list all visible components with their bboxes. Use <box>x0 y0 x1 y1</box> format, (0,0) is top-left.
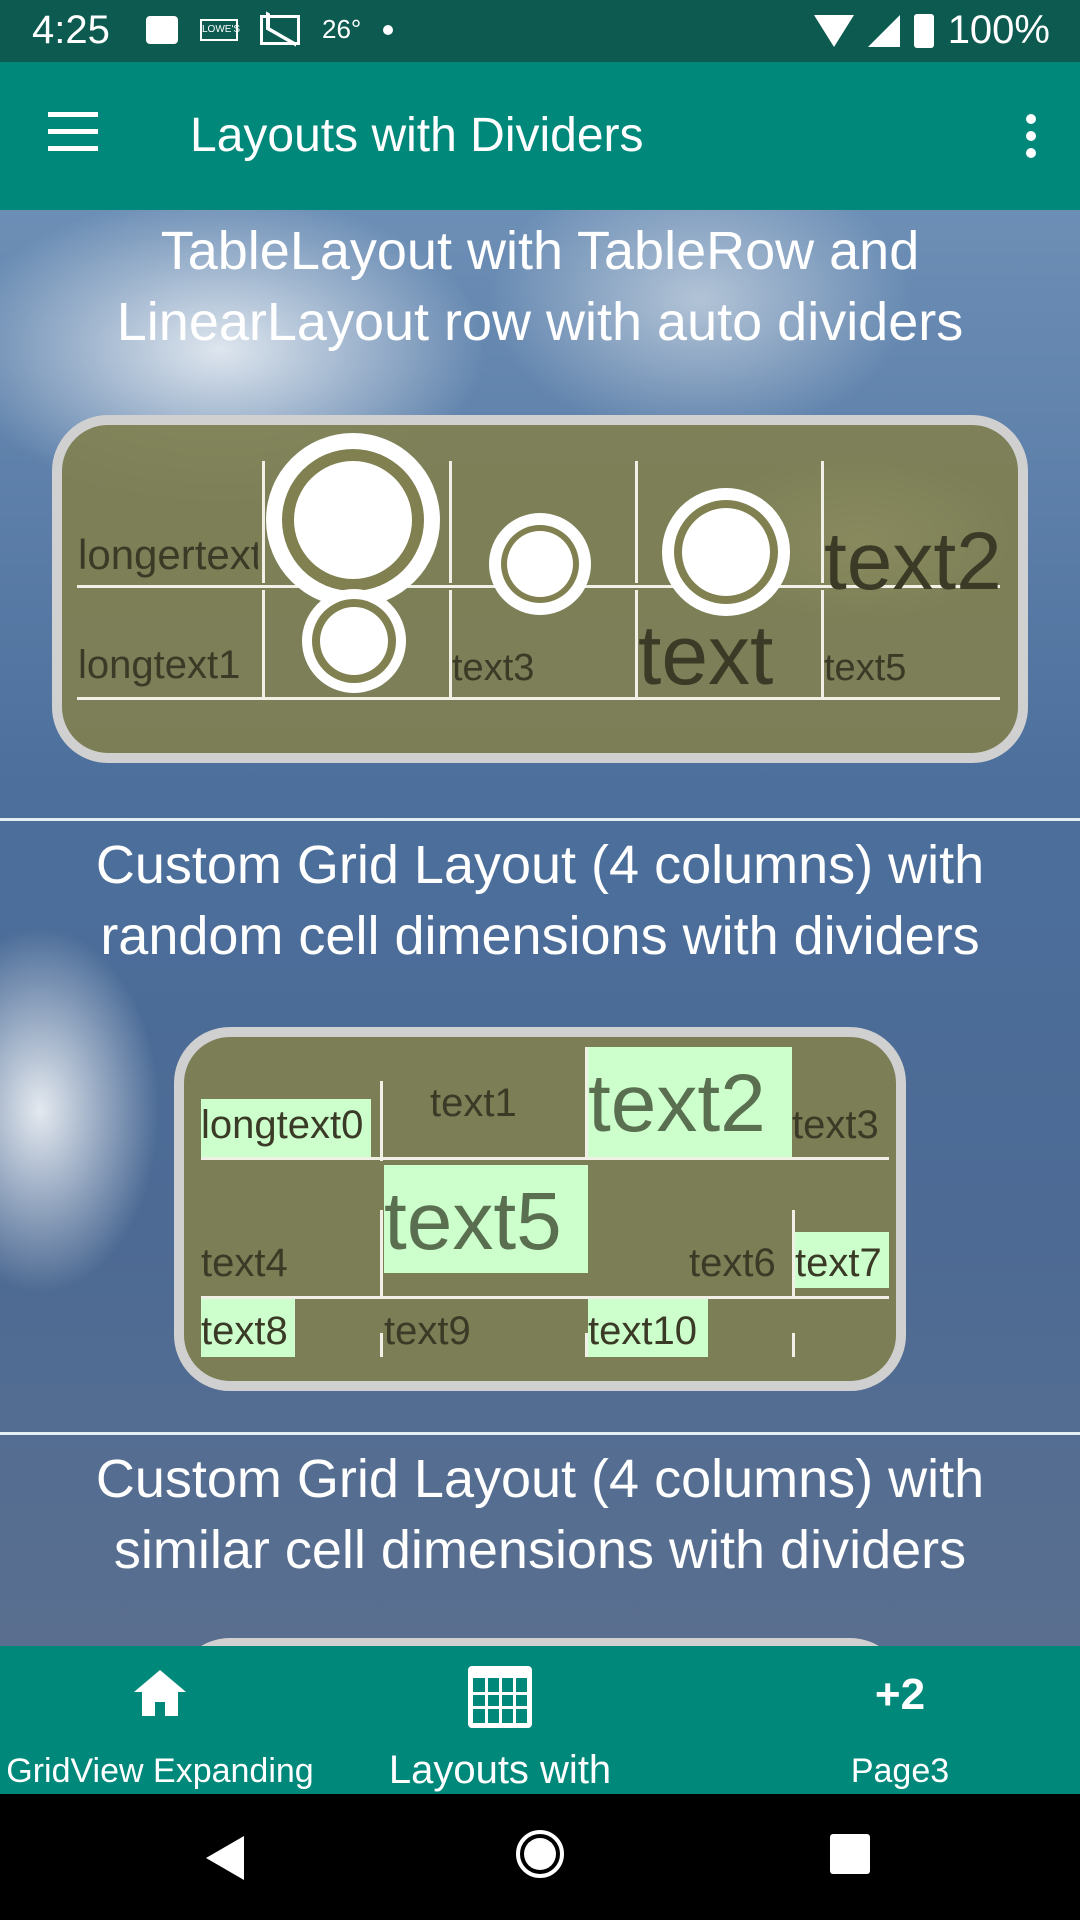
wifi-icon <box>813 14 854 47</box>
nav-item-gridview[interactable]: GridView Expanding <box>0 1646 320 1794</box>
similar-grid-panel <box>174 1638 906 1646</box>
gmail-icon <box>260 14 300 45</box>
section-separator <box>0 818 1080 821</box>
grid-cell-longtext0: longtext0 <box>201 1103 364 1147</box>
recents-icon[interactable] <box>830 1834 870 1874</box>
home-button-icon[interactable] <box>516 1830 564 1878</box>
divider <box>449 461 452 583</box>
nav-label-page3: Page3 <box>850 1752 950 1790</box>
status-time: 4:25 <box>32 8 110 52</box>
bottom-navigation: GridView Expanding Layouts with +2 Page3 <box>0 1646 1080 1794</box>
grid-cell-text1: text1 <box>430 1081 517 1125</box>
battery-percent: 100% <box>947 8 1050 52</box>
home-icon <box>134 1670 186 1716</box>
scroll-content[interactable]: TableLayout with TableRow and LinearLayo… <box>0 210 1080 1646</box>
status-bar: 4:25 LOWE'S 26° 100% <box>0 0 1080 62</box>
lowes-icon: LOWE'S <box>200 18 240 41</box>
app-toolbar: Layouts with Dividers <box>0 62 1080 210</box>
nav-label-gridview: GridView Expanding <box>6 1752 314 1790</box>
notification-icons: LOWE'S 26° <box>146 14 394 45</box>
divider <box>380 1333 383 1357</box>
nav-badge: +2 <box>874 1670 926 1719</box>
nav-label-layouts: Layouts with <box>388 1748 612 1792</box>
section-title-table-layout: TableLayout with TableRow and LinearLayo… <box>116 221 964 352</box>
grid-cell-text8: text8 <box>201 1309 288 1353</box>
divider <box>635 461 638 583</box>
ring-image-small <box>489 513 591 615</box>
ring-image-medium <box>662 488 790 616</box>
divider <box>380 1210 383 1298</box>
grid-cell-text3: text3 <box>792 1103 879 1147</box>
divider <box>262 590 265 700</box>
grid-cell-text5: text5 <box>384 1176 562 1267</box>
hamburger-menu-icon[interactable] <box>48 112 98 152</box>
more-vert-icon[interactable] <box>1026 114 1040 158</box>
cell-text3: text3 <box>452 647 535 689</box>
section-title-similar-grid: Custom Grid Layout (4 columns) with simi… <box>95 1449 985 1580</box>
message-icon <box>146 15 178 44</box>
divider <box>380 1081 383 1161</box>
section-title-random-grid: Custom Grid Layout (4 columns) with rand… <box>95 835 985 966</box>
grid-cell-text4: text4 <box>201 1241 288 1285</box>
divider <box>77 697 1000 700</box>
calendar-icon <box>468 1666 532 1728</box>
cell-text-large: text <box>638 608 774 702</box>
divider <box>201 1296 889 1299</box>
system-navigation-bar <box>0 1794 1080 1920</box>
ring-image-large <box>266 433 440 607</box>
table-layout-panel: longertext text2 longtext1 text3 text te… <box>52 415 1028 763</box>
divider <box>792 1333 795 1357</box>
system-icons: 100% <box>813 8 1050 53</box>
divider <box>262 461 265 583</box>
cell-text5: text5 <box>824 647 907 689</box>
temperature: 26° <box>322 14 362 44</box>
cell-text2: text2 <box>824 516 1000 607</box>
divider <box>201 1157 889 1160</box>
toolbar-title: Layouts with Dividers <box>190 109 644 162</box>
cell-longtext1: longtext1 <box>78 643 241 687</box>
grid-cell-text9: text9 <box>384 1309 471 1353</box>
grid-cell-text6: text6 <box>689 1241 776 1285</box>
grid-cell-text10: text10 <box>588 1309 697 1353</box>
grid-cell-text7: text7 <box>795 1241 882 1285</box>
section-separator <box>0 1432 1080 1435</box>
grid-cell-text2: text2 <box>588 1058 766 1149</box>
signal-icon <box>867 14 900 47</box>
ring-image-row2 <box>302 589 406 693</box>
back-icon[interactable] <box>206 1836 244 1880</box>
random-grid-panel: longtext0 text1 text2 text3 text4 text5 … <box>174 1027 906 1391</box>
nav-item-page3[interactable]: +2 Page3 <box>740 1646 1060 1794</box>
cell-longertext: longertext <box>78 531 258 578</box>
battery-icon <box>913 13 934 48</box>
nav-item-layouts[interactable]: Layouts with <box>340 1646 660 1794</box>
dot-icon <box>383 24 394 35</box>
